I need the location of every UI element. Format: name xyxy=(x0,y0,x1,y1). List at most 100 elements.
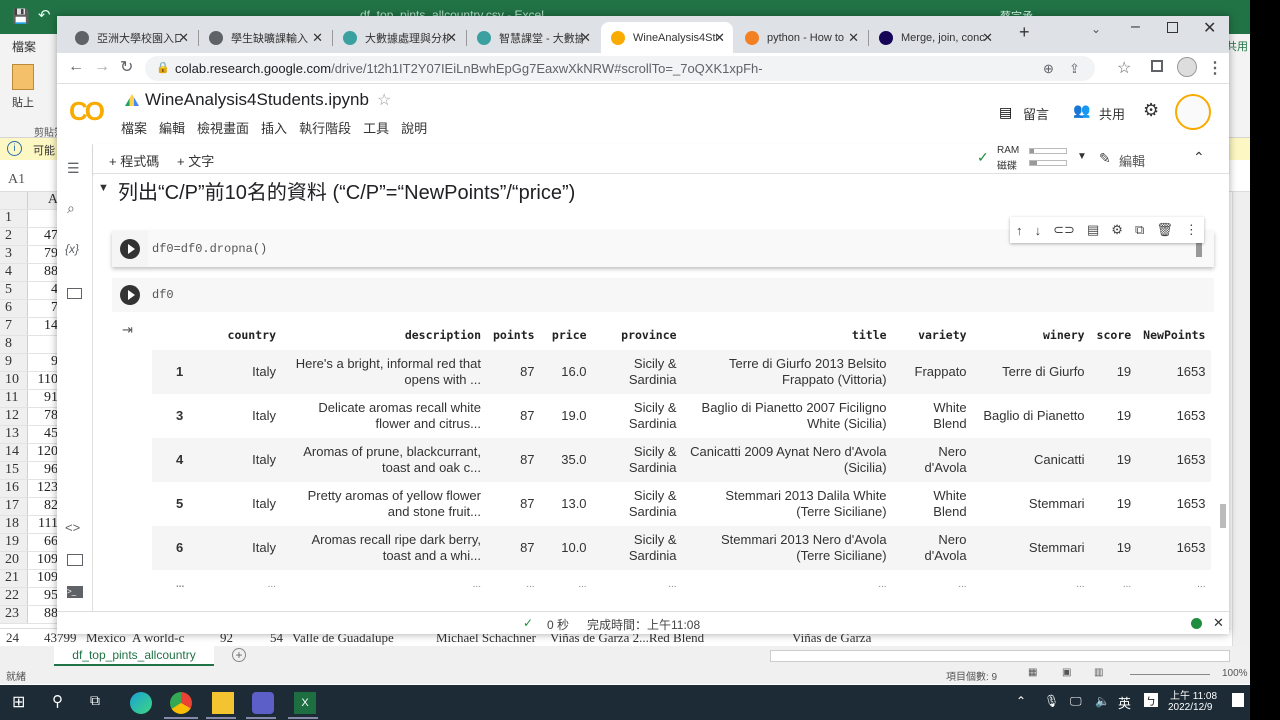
ime-indicator[interactable]: 英 xyxy=(1118,693,1131,712)
browser-tab[interactable]: 大數據處理與分析 ✕ xyxy=(333,22,465,53)
add-code-button[interactable]: + 程式碼 xyxy=(109,151,159,170)
row-number[interactable]: 2 xyxy=(0,228,28,245)
cell-a[interactable]: 45 xyxy=(28,426,60,443)
network-icon[interactable]: 🖵 xyxy=(1070,694,1082,709)
cell-a[interactable]: 91 xyxy=(28,390,60,407)
collapse-header-icon[interactable]: ⌃ xyxy=(1193,149,1205,166)
output-actions-icon[interactable]: ⇥ xyxy=(122,322,133,338)
share-icon[interactable]: ⇪ xyxy=(1069,56,1080,81)
excel-file-tab[interactable]: 檔案 xyxy=(12,38,36,55)
section-collapse-icon[interactable]: ▼ xyxy=(98,182,109,194)
resources-indicator[interactable]: ✓ RAM 磁碟 ▼ xyxy=(977,144,1087,174)
edge-icon[interactable] xyxy=(130,692,152,714)
clock-time[interactable]: 上午 11:08 xyxy=(1170,687,1217,702)
back-icon[interactable]: ← xyxy=(68,58,84,76)
files-icon[interactable] xyxy=(67,288,82,299)
profile-avatar[interactable] xyxy=(1177,57,1197,77)
row-number[interactable]: 16 xyxy=(0,480,28,497)
comment-button[interactable]: 留言 xyxy=(1023,104,1049,123)
file-explorer-icon[interactable] xyxy=(212,692,234,714)
row-number[interactable]: 1 xyxy=(0,210,28,227)
run-cell-button[interactable] xyxy=(120,239,140,259)
star-icon[interactable]: ☆ xyxy=(377,90,391,110)
comment-icon[interactable]: ▤ xyxy=(999,104,1012,121)
tray-overflow-icon[interactable]: ⌃ xyxy=(1016,694,1026,708)
terminal-icon[interactable]: >_ xyxy=(67,586,83,598)
cell-a[interactable]: 66 xyxy=(28,534,60,551)
row-number[interactable]: 4 xyxy=(0,264,28,281)
delete-cell-icon[interactable]: 🗑 xyxy=(1156,222,1173,238)
sheet-tab[interactable]: df_top_pints_allcountry xyxy=(54,646,214,666)
windows-start-icon[interactable]: ⊞ xyxy=(12,692,34,714)
select-all-corner[interactable] xyxy=(0,192,28,209)
notifications-icon[interactable] xyxy=(1232,693,1244,707)
browser-tab[interactable]: 亞洲大學校園入口 ✕ xyxy=(65,22,197,53)
row-number[interactable]: 22 xyxy=(0,588,28,605)
chrome-icon[interactable] xyxy=(170,692,192,714)
menu-item[interactable]: 執行階段 xyxy=(299,118,351,137)
search-icon[interactable]: ⌕ xyxy=(67,200,75,217)
output-scrollbar[interactable] xyxy=(1220,504,1226,528)
row-number[interactable]: 23 xyxy=(0,606,28,623)
close-status-icon[interactable]: ✕ xyxy=(1213,615,1224,631)
page-layout-icon[interactable]: ▣ xyxy=(1062,667,1071,678)
forward-icon[interactable]: → xyxy=(94,58,110,76)
minimize-button[interactable]: – xyxy=(1131,18,1140,36)
close-tab-icon[interactable]: ✕ xyxy=(446,30,457,46)
save-icon[interactable]: 💾 xyxy=(12,8,29,25)
cell-a[interactable]: 88 xyxy=(28,606,60,623)
menu-item[interactable]: 說明 xyxy=(401,118,427,137)
cell-a[interactable]: 9 xyxy=(28,354,60,371)
row-number[interactable]: 8 xyxy=(0,336,28,353)
move-cell-down-icon[interactable]: ↓ xyxy=(1035,223,1042,238)
excel-share-button[interactable]: 共用 xyxy=(1226,38,1248,54)
cell-a[interactable]: 109 xyxy=(28,570,60,587)
settings-gear-icon[interactable]: ⚙ xyxy=(1143,100,1159,121)
close-tab-icon[interactable]: ✕ xyxy=(982,30,993,46)
maximize-button[interactable] xyxy=(1167,22,1178,33)
excel-taskbar-icon[interactable]: X xyxy=(294,692,316,714)
close-tab-icon[interactable]: ✕ xyxy=(312,30,323,46)
cell-scrollbar[interactable] xyxy=(1196,241,1202,257)
cell-a[interactable] xyxy=(28,210,60,227)
close-tab-icon[interactable]: ✕ xyxy=(714,30,725,46)
menu-item[interactable]: 檔案 xyxy=(121,118,147,137)
cell-a[interactable]: 4 xyxy=(28,282,60,299)
column-header-a[interactable]: A xyxy=(28,192,60,209)
cell-a[interactable]: 96 xyxy=(28,462,60,479)
row-number[interactable]: 13 xyxy=(0,426,28,443)
cell-a[interactable]: 110 xyxy=(28,372,60,389)
code-cell-df0[interactable]: df0 xyxy=(112,278,1214,312)
row-number[interactable]: 3 xyxy=(0,246,28,263)
mirror-cell-icon[interactable]: ⧉ xyxy=(1135,222,1144,238)
teams-icon[interactable] xyxy=(252,692,274,714)
cell-a[interactable]: 123 xyxy=(28,480,60,497)
toc-icon[interactable]: ☰ xyxy=(67,160,80,177)
close-window-button[interactable]: ✕ xyxy=(1203,18,1216,38)
row-number[interactable]: 15 xyxy=(0,462,28,479)
browser-tab[interactable]: 學生缺曠課輸入 ✕ xyxy=(199,22,331,53)
clock-date[interactable]: 2022/12/9 xyxy=(1168,702,1213,713)
variables-icon[interactable]: {x} xyxy=(65,242,79,256)
cell-a[interactable]: 78 xyxy=(28,408,60,425)
code-snippets-icon[interactable]: <> xyxy=(65,520,80,535)
add-sheet-icon[interactable]: + xyxy=(232,648,246,662)
add-text-button[interactable]: + 文字 xyxy=(177,151,214,170)
paste-icon[interactable] xyxy=(12,64,34,90)
run-cell-button[interactable] xyxy=(120,285,140,305)
cell-a[interactable]: 14 xyxy=(28,318,60,335)
task-view-icon[interactable]: ⧉ xyxy=(90,692,112,714)
ime-mode-icon[interactable]: ㄅ xyxy=(1144,693,1158,708)
zoom-slider[interactable] xyxy=(1130,674,1210,675)
row-number[interactable]: 10 xyxy=(0,372,28,389)
row-number[interactable]: 20 xyxy=(0,552,28,569)
cell-settings-icon[interactable]: ⚙ xyxy=(1111,222,1123,238)
cell-a[interactable]: 109 xyxy=(28,552,60,569)
share-button[interactable]: 共用 xyxy=(1099,104,1125,123)
cell-a[interactable]: 111 xyxy=(28,516,60,533)
excel-horizontal-scrollbar[interactable] xyxy=(770,650,1230,662)
row-number[interactable]: 6 xyxy=(0,300,28,317)
zoom-icon[interactable]: ⊕ xyxy=(1043,56,1054,81)
row-number[interactable]: 18 xyxy=(0,516,28,533)
menu-item[interactable]: 檢視畫面 xyxy=(197,118,249,137)
